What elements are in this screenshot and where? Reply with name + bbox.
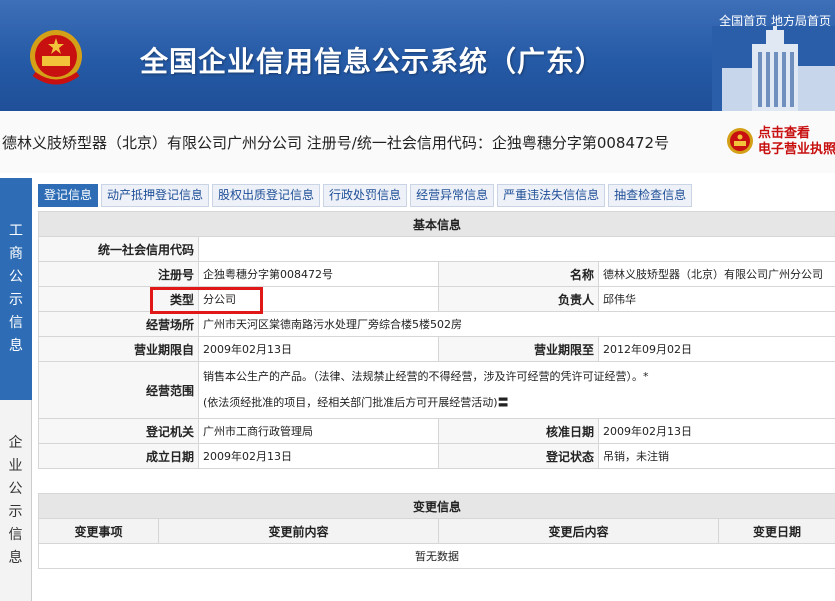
- reg-no-value: 企独粤穗分字第008472号: [198, 261, 439, 287]
- authority-label: 登记机关: [38, 418, 199, 444]
- e-license-link[interactable]: 点击查看 电子营业执照: [758, 126, 835, 158]
- type-highlight-box: [150, 287, 263, 314]
- basic-info-table: 基本信息 统一社会信用代码 注册号 企独粤穗分字第008472号 名称 德林义肢…: [37, 211, 835, 469]
- leader-label: 负责人: [438, 286, 599, 312]
- company-name-line: 德林义肢矫型器（北京）有限公司广州分公司 注册号/统一社会信用代码：企独粤穗分字…: [2, 134, 670, 152]
- change-info-table: 变更信息 变更事项 变更前内容 变更后内容 变更日期 暂无数据: [37, 493, 835, 569]
- side-tab-char: 信: [9, 315, 23, 331]
- national-emblem-icon: [30, 30, 82, 85]
- side-nav: 工商公示信息 企业公示信息: [0, 178, 32, 601]
- side-tab-char: 示: [8, 503, 23, 520]
- side-tab-char: 企: [8, 434, 23, 451]
- side-tab-char: 商: [9, 246, 23, 262]
- change-header-3: 变更后内容: [438, 518, 719, 544]
- side-tab-char: 信: [8, 526, 23, 543]
- info-tabs: 登记信息 动产抵押登记信息 股权出质登记信息 行政处罚信息 经营异常信息 严重违法失信信息…: [38, 184, 695, 207]
- tab-7[interactable]: 抽查检查信息: [608, 184, 693, 207]
- side-tab-char: 业: [8, 457, 23, 474]
- change-info-title: 变更信息: [37, 493, 835, 519]
- approve-date-label: 核准日期: [438, 418, 599, 444]
- founded-date-label: 成立日期: [38, 443, 199, 469]
- credit-code-value: [197, 236, 835, 262]
- side-tab-char: 工: [9, 223, 23, 239]
- tab-2[interactable]: 动产抵押登记信息: [101, 184, 210, 207]
- building-illustration-icon: [712, 26, 835, 111]
- change-header-4: 变更日期: [717, 518, 835, 544]
- address-value: 广州市天河区棠德南路污水处理厂旁综合楼5楼502房: [197, 311, 835, 337]
- site-header: 全国企业信用信息公示系统（广东） 全国首页 地方局首页: [0, 0, 835, 111]
- term-to-value: 2012年09月02日: [597, 336, 835, 362]
- authority-value: 广州市工商行政管理局: [198, 418, 439, 444]
- tab-3[interactable]: 股权出质登记信息: [212, 184, 321, 207]
- term-from-label: 营业期限自: [38, 336, 199, 362]
- status-value: 吊销，未注销: [597, 443, 835, 469]
- site-title: 全国企业信用信息公示系统（广东）: [140, 45, 605, 78]
- status-label: 登记状态: [438, 443, 599, 469]
- side-tab-char: 息: [9, 338, 23, 354]
- tab-6[interactable]: 严重违法失信信息: [497, 184, 606, 207]
- side-tab-char: 示: [9, 292, 23, 308]
- side-tab-char: 息: [8, 549, 23, 566]
- approve-date-value: 2009年02月13日: [597, 418, 835, 444]
- credit-code-label: 统一社会信用代码: [38, 236, 199, 262]
- side-tab-business-info[interactable]: 工商公示信息: [0, 178, 32, 400]
- basic-info-title: 基本信息: [37, 211, 835, 237]
- side-tab-enterprise-info[interactable]: 企业公示信息: [0, 400, 32, 601]
- change-header-1: 变更事项: [38, 518, 159, 544]
- e-license-line1: 点击查看: [758, 126, 811, 141]
- name-label: 名称: [438, 261, 599, 287]
- side-tab-char: 公: [8, 480, 23, 497]
- name-value: 德林义肢矫型器（北京）有限公司广州分公司: [597, 261, 835, 287]
- term-from-value: 2009年02月13日: [198, 336, 439, 362]
- reg-no-label: 注册号: [38, 261, 199, 287]
- e-license-badge-icon[interactable]: [726, 127, 754, 155]
- scope-line-1: 销售本公生产的产品。（法律、法规禁止经营的不得经营，涉及许可经营的凭许可证经营）…: [203, 370, 649, 383]
- founded-date-value: 2009年02月13日: [198, 443, 439, 469]
- tab-1[interactable]: 登记信息: [38, 184, 99, 207]
- side-tab-char: 公: [9, 269, 23, 285]
- tab-4[interactable]: 行政处罚信息: [323, 184, 408, 207]
- change-header-2: 变更前内容: [158, 518, 439, 544]
- tab-5[interactable]: 经营异常信息: [410, 184, 495, 207]
- e-license-line2: 电子营业执照: [758, 142, 835, 157]
- address-label: 经营场所: [38, 311, 199, 337]
- term-to-label: 营业期限至: [438, 336, 599, 362]
- scope-label: 经营范围: [38, 361, 199, 419]
- scope-line-2: (依法须经批准的项目，经相关部门批准后方可开展经营活动)〓: [203, 396, 509, 409]
- no-data-text: 暂无数据: [37, 543, 835, 569]
- leader-value: 邱伟华: [597, 286, 835, 312]
- scope-value: 销售本公生产的产品。（法律、法规禁止经营的不得经营，涉及许可经营的凭许可证经营）…: [197, 361, 835, 419]
